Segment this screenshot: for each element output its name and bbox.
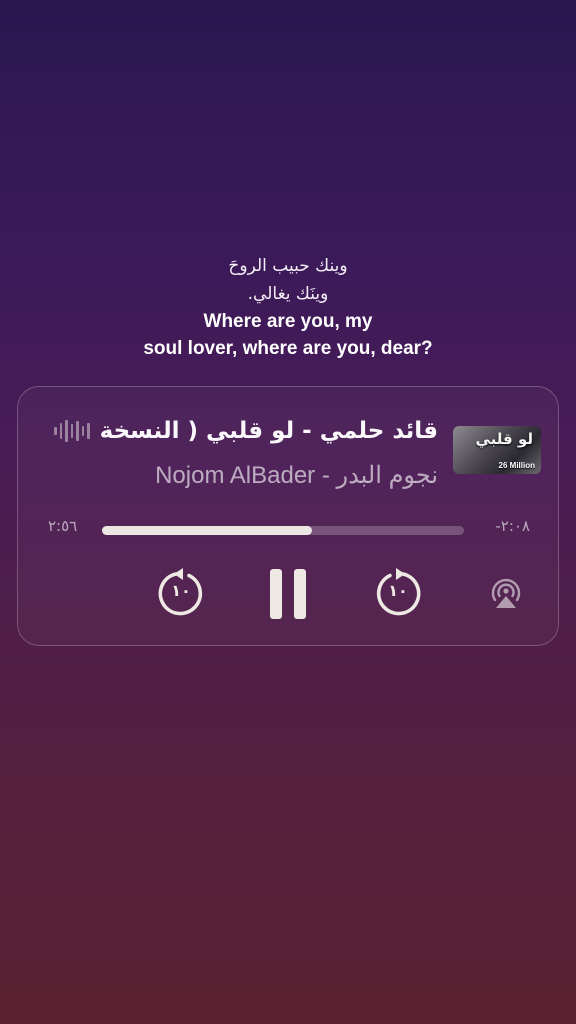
waveform-icon [54, 419, 90, 443]
artwork-caption: 26 Million [498, 461, 535, 470]
lyric-line-arabic-2: وينَك يغالي. [247, 284, 329, 304]
time-elapsed: ٢:٥٦ [48, 517, 78, 535]
progress-bar-fill [102, 526, 312, 535]
time-remaining: -٢:٠٨ [495, 517, 530, 535]
skip-forward-button[interactable]: ١٠ [373, 567, 423, 617]
album-artwork[interactable]: لو قلبي 26 Million [453, 426, 541, 474]
pause-button[interactable] [266, 567, 312, 621]
skip-back-label: ١٠ [171, 581, 191, 600]
lyric-line-english-2: soul lover, where are you, dear? [143, 338, 433, 359]
progress-bar[interactable] [102, 526, 464, 535]
skip-forward-label: ١٠ [388, 581, 408, 600]
track-artist: Nojom AlBader - نجوم البدر [155, 462, 438, 489]
skip-back-button[interactable]: ١٠ [156, 567, 206, 617]
track-title: قائد حلمي - لو قلبي ( النسخة [99, 418, 438, 444]
now-playing-widget: لو قلبي 26 Million قائد حلمي - لو قلبي (… [17, 386, 559, 646]
pause-icon [270, 569, 306, 619]
lyrics-overlay: وينك حبيب الروحَ وينَك يغالي. Where are … [0, 252, 576, 362]
lyric-line-english-1: Where are you, my [203, 311, 373, 332]
airplay-button[interactable] [488, 575, 524, 611]
lyric-line-arabic-1: وينك حبيب الروحَ [228, 256, 348, 276]
artwork-title: لو قلبي [475, 430, 533, 448]
airplay-icon [491, 578, 521, 608]
